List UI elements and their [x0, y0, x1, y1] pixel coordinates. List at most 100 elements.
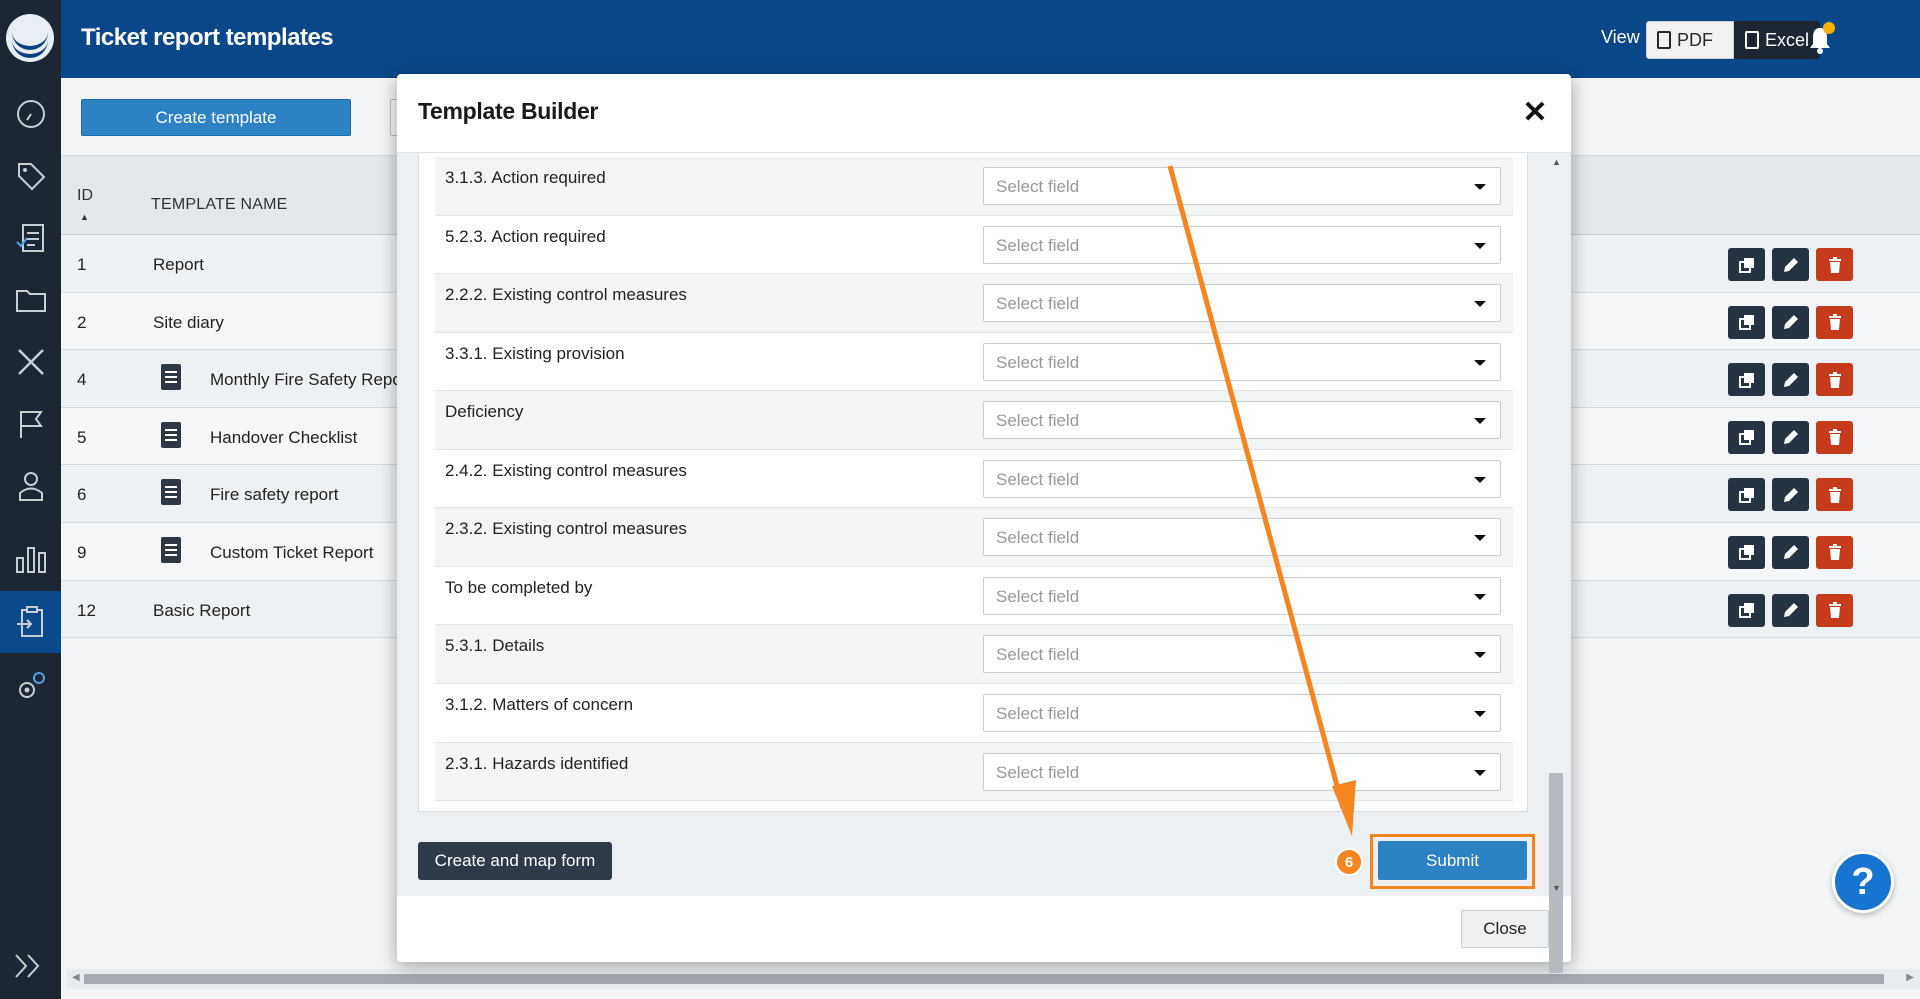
row-template-name: Custom Ticket Report [210, 542, 374, 562]
close-button[interactable]: Close [1461, 910, 1549, 948]
chevron-down-icon [1474, 242, 1486, 249]
create-template-button[interactable]: Create template [81, 99, 351, 136]
edit-button[interactable] [1772, 478, 1809, 512]
chevron-down-icon [1474, 593, 1486, 600]
modal-vertical-scroll-thumb[interactable] [1549, 773, 1563, 973]
column-header-id[interactable]: ID [77, 187, 93, 205]
create-and-map-form-button[interactable]: Create and map form [418, 842, 612, 880]
row-id: 9 [77, 542, 87, 562]
select-field-dropdown[interactable]: Select field [983, 459, 1501, 498]
field-label: Deficiency [445, 402, 524, 422]
field-mapping-row: 2.3.1. Hazards identified Select field [435, 742, 1513, 802]
duplicate-button[interactable] [1728, 363, 1765, 397]
user-icon[interactable] [0, 456, 61, 516]
duplicate-button[interactable] [1728, 535, 1765, 569]
horizontal-scrollbar[interactable]: ◀ ▶ [66, 969, 1920, 989]
trash-icon [1828, 314, 1841, 331]
select-placeholder: Select field [996, 703, 1080, 723]
report-templates-icon[interactable] [0, 591, 61, 653]
delete-button[interactable] [1816, 248, 1853, 281]
select-placeholder: Select field [996, 352, 1080, 372]
delete-button[interactable] [1816, 593, 1853, 627]
delete-button[interactable] [1816, 305, 1853, 339]
select-field-dropdown[interactable]: Select field [983, 342, 1501, 381]
delete-button[interactable] [1816, 420, 1853, 454]
pencil-icon [1783, 257, 1798, 272]
copy-icon [1738, 430, 1754, 446]
edit-button[interactable] [1772, 305, 1809, 339]
scroll-up-icon[interactable]: ▲ [1552, 157, 1561, 167]
pdf-view-button[interactable]: PDF [1646, 21, 1734, 59]
settings-icon[interactable] [0, 656, 61, 716]
scroll-left-icon[interactable]: ◀ [72, 972, 80, 983]
pencil-icon [1783, 545, 1798, 560]
delete-button[interactable] [1816, 363, 1853, 397]
column-header-template-name[interactable]: TEMPLATE NAME [151, 196, 288, 214]
document-icon [161, 536, 181, 563]
folder-icon[interactable] [0, 270, 61, 330]
select-field-dropdown[interactable]: Select field [983, 518, 1501, 557]
duplicate-button[interactable] [1728, 305, 1765, 339]
view-label: View [1601, 27, 1640, 47]
submit-button[interactable]: Submit [1378, 841, 1527, 880]
trash-icon [1828, 602, 1841, 619]
tag-icon[interactable] [0, 146, 61, 206]
field-mapping-row: 3.1.2. Matters of concern Select field [435, 683, 1513, 743]
document-icon [161, 479, 181, 506]
chart-icon[interactable] [0, 528, 61, 588]
delete-button[interactable] [1816, 478, 1853, 512]
duplicate-button[interactable] [1728, 420, 1765, 454]
edit-button[interactable] [1772, 363, 1809, 397]
flag-icon[interactable] [0, 394, 61, 454]
edit-button[interactable] [1772, 535, 1809, 569]
field-label: 3.1.3. Action required [445, 168, 606, 187]
select-field-dropdown[interactable]: Select field [983, 401, 1501, 440]
field-label: 5.2.3. Action required [445, 226, 606, 246]
duplicate-button[interactable] [1728, 478, 1765, 512]
chevron-down-icon [1474, 710, 1486, 717]
row-actions [1728, 305, 1853, 339]
scroll-down-icon[interactable]: ▼ [1552, 883, 1561, 893]
select-field-dropdown[interactable]: Select field [983, 284, 1501, 323]
excel-file-icon [1745, 31, 1759, 49]
pencil-icon [1783, 315, 1798, 330]
close-icon[interactable]: ✕ [1519, 96, 1551, 129]
field-mapping-row: 2.2.2. Existing control measures Select … [435, 274, 1513, 333]
scroll-right-icon[interactable]: ▶ [1906, 972, 1914, 983]
expand-sidebar-icon[interactable] [12, 951, 46, 981]
sort-asc-icon[interactable]: ▲ [80, 212, 89, 222]
modal-vertical-scrollbar[interactable]: ▲ ▼ [1547, 153, 1565, 973]
select-field-dropdown[interactable]: Select field [983, 635, 1501, 674]
row-template-name: Monthly Fire Safety Repo [210, 370, 402, 390]
copy-icon [1738, 315, 1754, 331]
chevron-down-icon [1474, 359, 1486, 366]
select-field-dropdown[interactable]: Select field [983, 225, 1501, 264]
select-field-dropdown[interactable]: Select field [983, 167, 1501, 205]
select-field-dropdown[interactable]: Select field [983, 576, 1501, 615]
select-field-dropdown[interactable]: Select field [983, 693, 1501, 732]
pencil-icon [1783, 430, 1798, 445]
trash-icon [1828, 544, 1841, 561]
tasks-icon[interactable] [0, 208, 61, 268]
edit-button[interactable] [1772, 420, 1809, 454]
tools-icon[interactable] [0, 332, 61, 392]
app-logo[interactable] [6, 14, 54, 62]
row-actions [1728, 420, 1853, 454]
edit-button[interactable] [1772, 248, 1809, 281]
select-field-dropdown[interactable]: Select field [983, 752, 1501, 791]
help-button[interactable]: ? [1832, 851, 1894, 913]
dashboard-icon[interactable] [0, 84, 61, 144]
row-actions [1728, 593, 1853, 627]
delete-button[interactable] [1816, 535, 1853, 569]
row-template-name: Fire safety report [210, 485, 339, 505]
row-actions [1728, 248, 1853, 281]
select-placeholder: Select field [996, 177, 1080, 196]
select-placeholder: Select field [996, 528, 1080, 548]
edit-button[interactable] [1772, 593, 1809, 627]
horizontal-scroll-thumb[interactable] [84, 974, 1884, 984]
duplicate-button[interactable] [1728, 593, 1765, 627]
duplicate-button[interactable] [1728, 248, 1765, 281]
trash-icon [1828, 429, 1841, 446]
field-mapping-row: 2.3.2. Existing control measures Select … [435, 508, 1513, 567]
trash-icon [1828, 486, 1841, 503]
